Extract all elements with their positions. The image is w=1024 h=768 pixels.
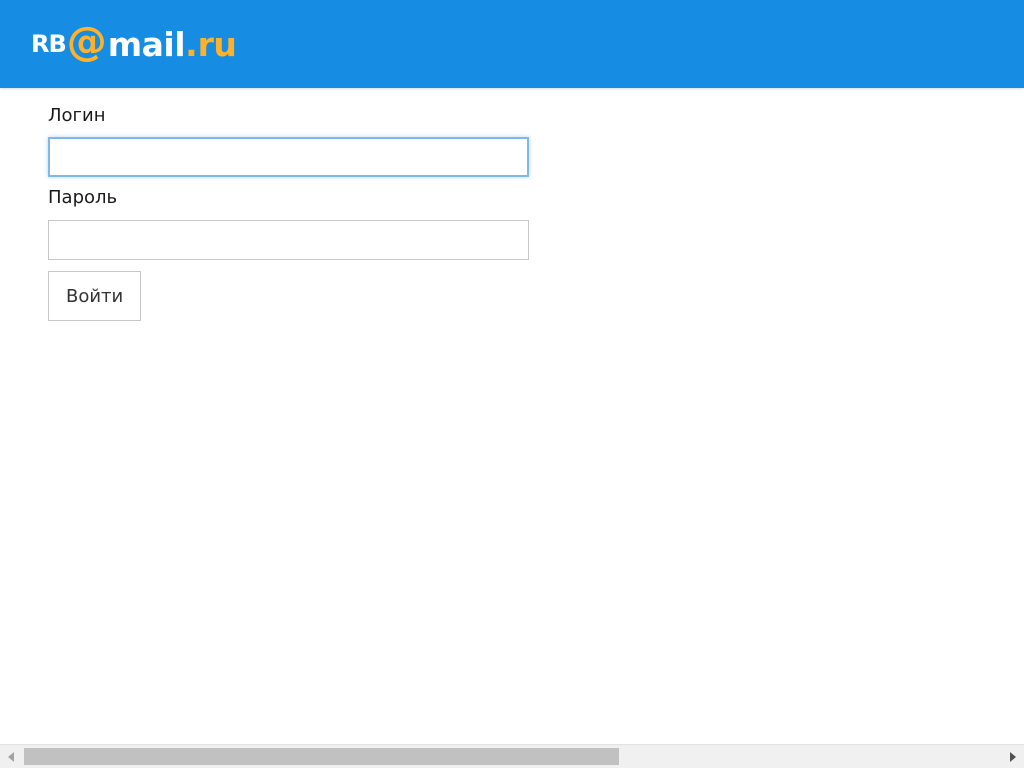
password-label: Пароль bbox=[48, 187, 118, 208]
arrow-right-icon bbox=[1010, 751, 1016, 762]
brand-logo[interactable]: RB @ mail . ru bbox=[31, 19, 237, 66]
login-input[interactable] bbox=[48, 137, 529, 177]
logo-prefix: RB bbox=[31, 30, 67, 58]
login-form: Логин Пароль Войти bbox=[48, 104, 529, 321]
top-header: RB @ mail . ru bbox=[0, 0, 1024, 88]
logo-ru-text: ru bbox=[197, 24, 237, 64]
logo-mail-text: mail bbox=[107, 24, 186, 64]
logo-at-sign: @ bbox=[66, 19, 107, 65]
submit-button[interactable]: Войти bbox=[48, 271, 142, 321]
horizontal-scrollbar[interactable] bbox=[0, 744, 1024, 768]
logo-dot: . bbox=[185, 24, 198, 64]
scroll-left-button[interactable] bbox=[0, 745, 22, 768]
scrollbar-thumb[interactable] bbox=[24, 748, 619, 765]
password-input[interactable] bbox=[48, 220, 529, 260]
login-label: Логин bbox=[48, 105, 106, 126]
scroll-right-button[interactable] bbox=[1002, 745, 1024, 768]
arrow-left-icon bbox=[8, 751, 14, 762]
